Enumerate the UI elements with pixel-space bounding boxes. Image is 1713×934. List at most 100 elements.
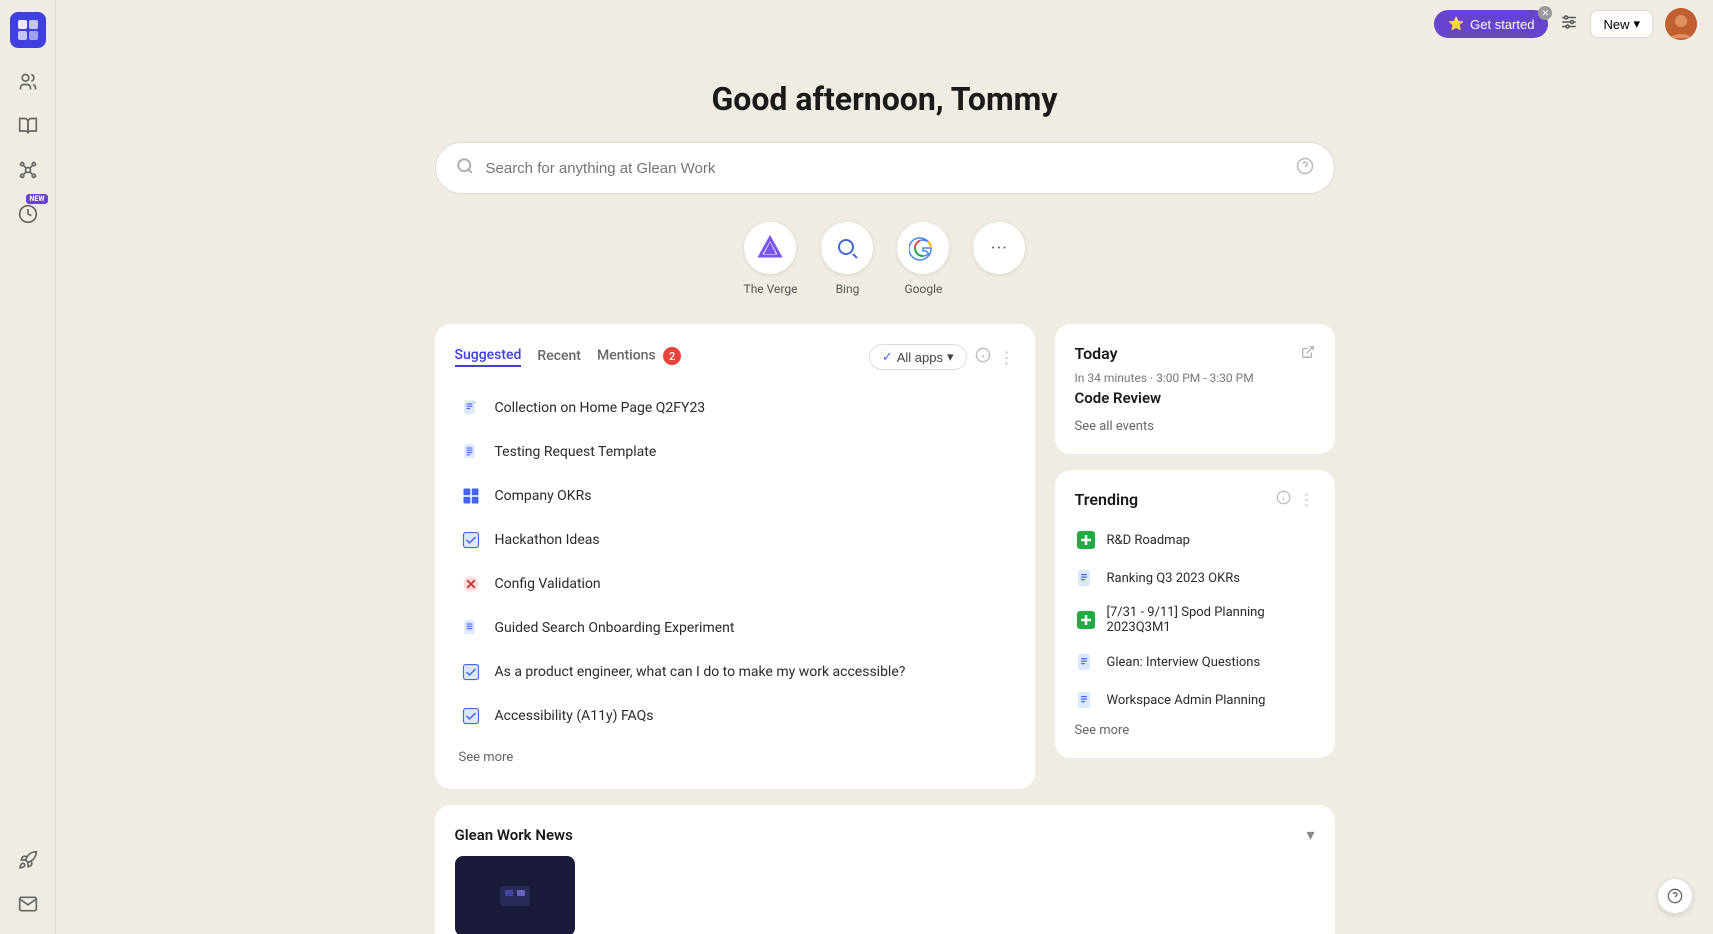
quick-link-more[interactable]: ··· — [973, 222, 1025, 296]
trending-actions: ⋮ — [1276, 490, 1315, 509]
close-get-started-icon[interactable]: ✕ — [1538, 6, 1552, 20]
list-item-text: Guided Search Onboarding Experiment — [495, 620, 735, 636]
see-more-button[interactable]: See more — [455, 746, 1015, 769]
quick-links: The Verge Bing — [136, 222, 1633, 296]
blue-doc-icon3 — [1075, 689, 1097, 711]
new-button-label: New — [1603, 17, 1629, 32]
get-started-label: Get started — [1470, 17, 1534, 32]
app-logo[interactable] — [10, 12, 46, 48]
trending-item-text: Glean: Interview Questions — [1107, 655, 1261, 670]
the-verge-icon — [744, 222, 796, 274]
get-started-button[interactable]: ⭐ Get started ✕ — [1434, 10, 1549, 38]
check-box-icon — [459, 528, 483, 552]
trending-item[interactable]: Glean: Interview Questions — [1075, 643, 1315, 681]
sidebar-item-activity[interactable]: NEW — [10, 196, 46, 232]
trending-item-text: Ranking Q3 2023 OKRs — [1107, 571, 1240, 586]
page-content: Good afternoon, Tommy — [56, 48, 1713, 934]
today-card: Today In 34 minutes · 3:00 PM - 3:30 PM … — [1055, 324, 1335, 454]
mentions-badge: 2 — [663, 347, 681, 365]
search-bar — [435, 142, 1335, 194]
list-item-text: As a product engineer, what can I do to … — [495, 664, 906, 680]
trending-info-icon[interactable] — [1276, 490, 1291, 509]
today-card-header: Today — [1075, 344, 1315, 363]
sidebar-item-people[interactable] — [10, 64, 46, 100]
list-item[interactable]: Collection on Home Page Q2FY23 — [455, 386, 1015, 430]
google-label: Google — [905, 282, 943, 296]
trending-item[interactable]: R&D Roadmap — [1075, 521, 1315, 559]
all-apps-button[interactable]: ✓ All apps ▾ — [869, 344, 967, 370]
more-options-icon[interactable]: ⋮ — [999, 348, 1015, 367]
grid-icon — [459, 484, 483, 508]
new-button[interactable]: New ▾ — [1590, 10, 1653, 38]
news-panel: Glean Work News ▾ — [435, 805, 1335, 934]
main-content: ⭐ Get started ✕ New ▾ Good afternoon, To… — [56, 0, 1713, 934]
list-item-text: Testing Request Template — [495, 444, 657, 460]
list-item-text: Accessibility (A11y) FAQs — [495, 708, 654, 724]
trending-header: Trending ⋮ — [1075, 490, 1315, 509]
tab-recent[interactable]: Recent — [537, 348, 581, 366]
list-item[interactable]: Testing Request Template — [455, 430, 1015, 474]
chevron-down-icon: ▾ — [1633, 16, 1640, 32]
google-icon — [897, 222, 949, 274]
greeting-heading: Good afternoon, Tommy — [136, 80, 1633, 118]
trending-more-icon[interactable]: ⋮ — [1299, 490, 1315, 509]
two-column-layout: Suggested Recent Mentions 2 ✓ All apps ▾ — [435, 324, 1335, 789]
new-badge: NEW — [26, 194, 47, 204]
trending-item[interactable]: [7/31 - 9/11] Spod Planning 2023Q3M1 — [1075, 597, 1315, 643]
trending-title: Trending — [1075, 490, 1139, 509]
see-all-events-link[interactable]: See all events — [1075, 419, 1315, 434]
quick-link-the-verge[interactable]: The Verge — [744, 222, 798, 296]
tab-right-controls: ✓ All apps ▾ ⋮ — [869, 344, 1015, 370]
list-item-text: Collection on Home Page Q2FY23 — [495, 400, 706, 416]
list-item[interactable]: As a product engineer, what can I do to … — [455, 650, 1015, 694]
search-input[interactable] — [486, 160, 1296, 177]
topbar: ⭐ Get started ✕ New ▾ — [56, 0, 1713, 48]
checkmark-icon: ✓ — [882, 349, 893, 365]
external-link-icon[interactable] — [1301, 345, 1315, 363]
star-icon: ⭐ — [1448, 16, 1464, 32]
x-icon — [459, 572, 483, 596]
see-more-trending-button[interactable]: See more — [1075, 723, 1315, 738]
tab-suggested[interactable]: Suggested — [455, 347, 522, 367]
event-time: In 34 minutes · 3:00 PM - 3:30 PM — [1075, 371, 1315, 385]
blue-doc-icon2 — [1075, 651, 1097, 673]
trending-item[interactable]: Workspace Admin Planning — [1075, 681, 1315, 719]
green-plus-icon — [1075, 529, 1097, 551]
doc-icon — [459, 396, 483, 420]
bing-label: Bing — [836, 282, 860, 296]
sidebar-item-mail[interactable] — [10, 886, 46, 922]
blue-doc-icon — [1075, 567, 1097, 589]
list-item[interactable]: Accessibility (A11y) FAQs — [455, 694, 1015, 738]
sidebar-bottom — [10, 842, 46, 922]
trending-item[interactable]: Ranking Q3 2023 OKRs — [1075, 559, 1315, 597]
search-help-icon[interactable] — [1296, 157, 1314, 179]
user-avatar[interactable] — [1665, 8, 1697, 40]
news-section: Glean Work News ▾ — [435, 805, 1335, 934]
help-button[interactable] — [1657, 878, 1693, 914]
news-collapse-icon[interactable]: ▾ — [1306, 825, 1314, 844]
more-icon: ··· — [973, 222, 1025, 274]
info-icon[interactable] — [975, 347, 991, 367]
news-header: Glean Work News ▾ — [455, 825, 1315, 844]
quick-link-bing[interactable]: Bing — [821, 222, 873, 296]
list-item[interactable]: Config Validation — [455, 562, 1015, 606]
doc-lines-icon2 — [459, 616, 483, 640]
today-title: Today — [1075, 344, 1118, 363]
news-content — [455, 856, 1315, 934]
list-item-text: Hackathon Ideas — [495, 532, 600, 548]
sidebar-item-library[interactable] — [10, 108, 46, 144]
quick-link-google[interactable]: Google — [897, 222, 949, 296]
tab-mentions[interactable]: Mentions 2 — [597, 347, 681, 367]
sidebar-item-graph[interactable] — [10, 152, 46, 188]
list-item[interactable]: Company OKRs — [455, 474, 1015, 518]
check-box-icon3 — [459, 704, 483, 728]
sidebar-item-rocket[interactable] — [10, 842, 46, 878]
list-item[interactable]: Guided Search Onboarding Experiment — [455, 606, 1015, 650]
sidebar: NEW — [0, 0, 56, 934]
search-icon — [456, 157, 474, 179]
list-item-text: Company OKRs — [495, 488, 592, 504]
suggested-panel: Suggested Recent Mentions 2 ✓ All apps ▾ — [435, 324, 1035, 789]
settings-icon[interactable] — [1560, 13, 1578, 35]
list-item[interactable]: Hackathon Ideas — [455, 518, 1015, 562]
trending-item-text: Workspace Admin Planning — [1107, 693, 1266, 708]
